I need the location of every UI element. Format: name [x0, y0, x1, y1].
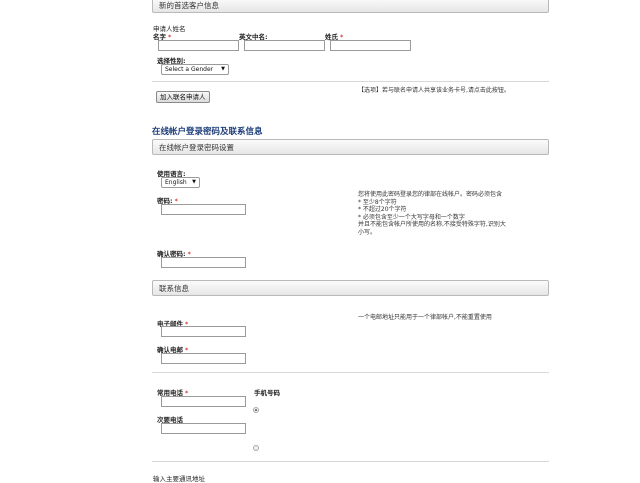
password-input[interactable] [161, 204, 246, 215]
add-coapplicant-button[interactable]: 加入联名申请人 [156, 91, 210, 103]
password-requirements: 您将使用此密码登录您的律部在线帐户。密码必须包含 * 至少8个字符 * 不超过2… [358, 191, 506, 236]
english-name-input[interactable] [244, 40, 325, 51]
coapplicant-hint: 【选项】若与联名申请人共享该业务卡号,请点击此按钮。 [358, 87, 510, 94]
last-name-input[interactable] [330, 40, 411, 51]
confirm-password-input[interactable] [161, 257, 246, 268]
mobile-label: 手机号码 [254, 389, 280, 397]
primary-mobile-radio[interactable] [253, 407, 259, 413]
chevron-down-icon: ▼ [192, 179, 196, 185]
section-title: 新的首选客户信息 [159, 1, 219, 10]
divider [152, 461, 549, 462]
email-input[interactable] [161, 326, 246, 337]
divider [152, 81, 549, 82]
section-header-contact: 联系信息 [152, 280, 549, 296]
section-title: 联系信息 [159, 284, 189, 293]
section-header-password: 在线帐户登录密码设置 [152, 139, 549, 155]
secondary-mobile-radio[interactable] [253, 445, 259, 451]
confirm-email-input[interactable] [161, 353, 246, 364]
section-title: 在线帐户登录密码设置 [159, 143, 234, 152]
language-select[interactable]: English ▼ [161, 177, 200, 188]
gender-select[interactable]: Select a Gender ▼ [161, 64, 229, 75]
address-label: 输入主要通讯地址 [153, 475, 205, 483]
first-name-input[interactable] [158, 40, 239, 51]
online-account-heading: 在线帐户登录密码及联系信息 [152, 127, 263, 137]
section-header-new-customer: 新的首选客户信息 [152, 0, 549, 13]
divider [152, 372, 549, 373]
primary-phone-input[interactable] [161, 396, 246, 407]
email-hint: 一个电邮地址只能用于一个律部帐户,不能重置使用 [358, 314, 492, 321]
secondary-phone-input[interactable] [161, 423, 246, 434]
chevron-down-icon: ▼ [221, 66, 225, 72]
